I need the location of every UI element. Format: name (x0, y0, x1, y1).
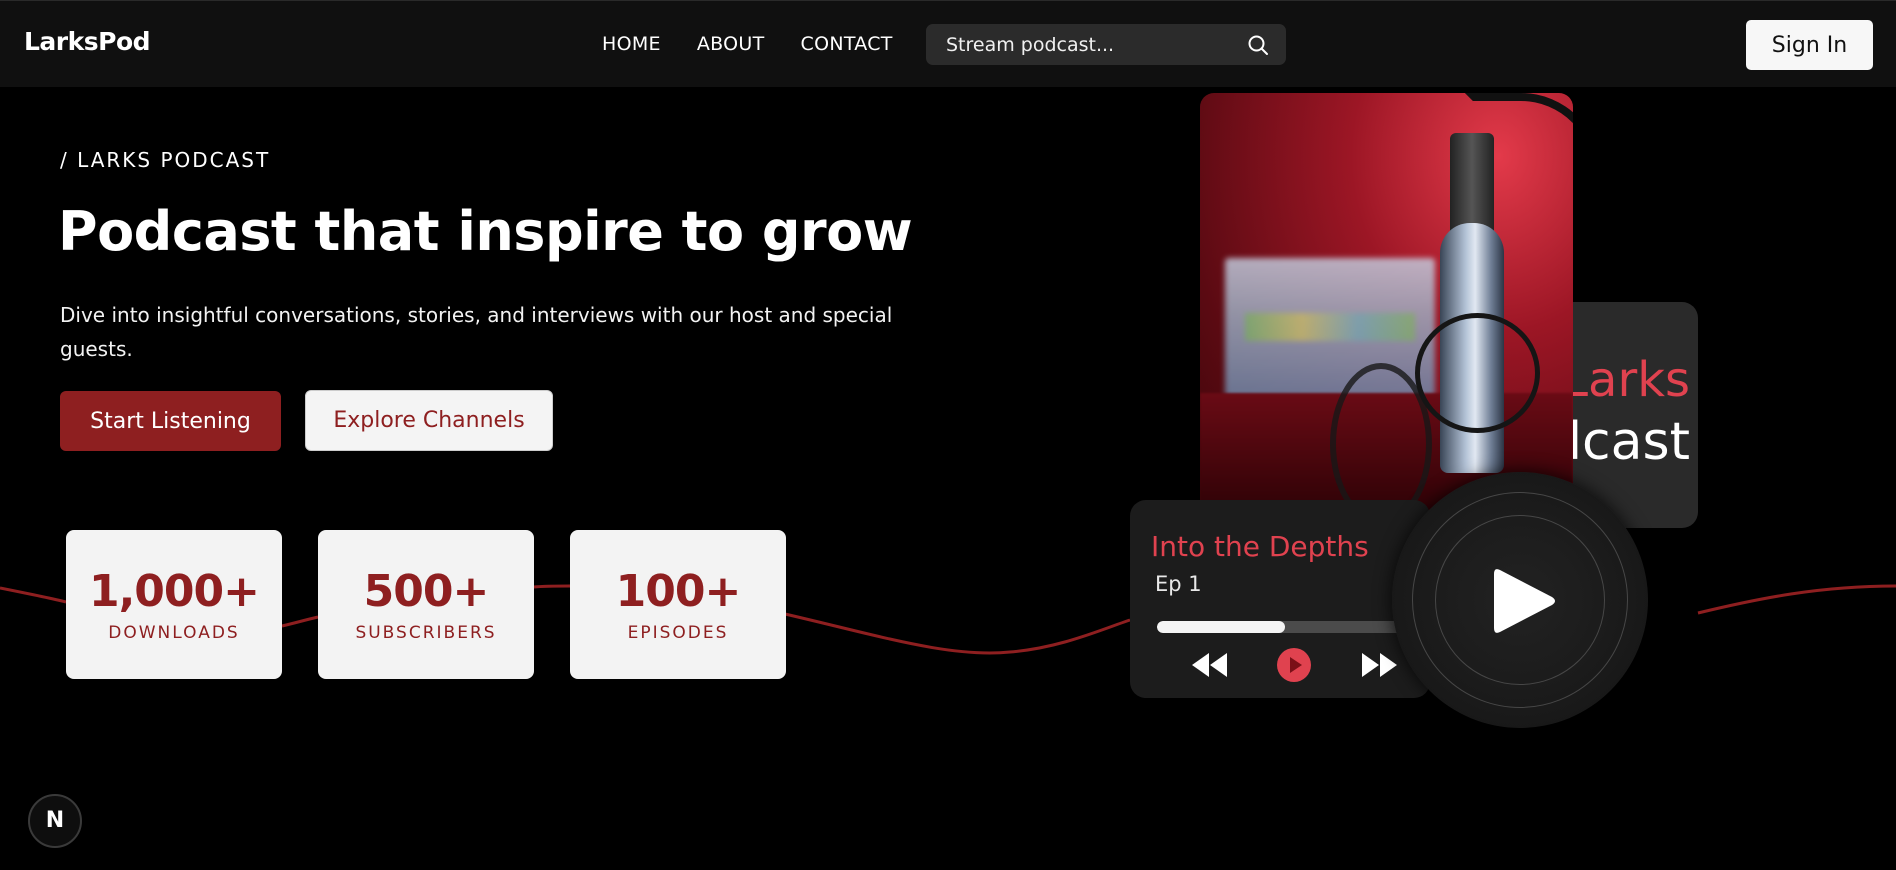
progress-bar[interactable] (1157, 621, 1413, 633)
stat-label: SUBSCRIBERS (355, 623, 497, 643)
play-icon[interactable] (1490, 564, 1560, 638)
stat-value: 500+ (363, 566, 490, 617)
stat-label: DOWNLOADS (108, 623, 240, 643)
stat-card-subscribers: 500+ SUBSCRIBERS (318, 530, 534, 679)
explore-channels-button[interactable]: Explore Channels (305, 390, 553, 451)
hero-subtext: Dive into insightful conversations, stor… (60, 303, 893, 361)
episode-title: Into the Depths (1151, 530, 1369, 563)
play-small-icon[interactable] (1276, 647, 1312, 683)
hero-eyebrow: / LARKS PODCAST (60, 148, 271, 172)
brand-card-line1: Larks (1561, 352, 1690, 408)
mini-player-card: Into the Depths Ep 1 (1130, 500, 1430, 698)
nextjs-badge-icon[interactable]: N (28, 794, 82, 848)
stat-value: 1,000+ (88, 566, 260, 617)
play-disc[interactable] (1392, 472, 1648, 728)
progress-fill (1157, 621, 1285, 633)
start-listening-button[interactable]: Start Listening (60, 391, 281, 451)
stat-card-downloads: 1,000+ DOWNLOADS (66, 530, 282, 679)
episode-number: Ep 1 (1155, 572, 1202, 596)
hero-headline: Podcast that inspire to grow (58, 200, 913, 263)
rewind-icon[interactable] (1190, 650, 1230, 680)
shock-mount-shape (1415, 313, 1540, 433)
studio-microphone-photo (1200, 93, 1573, 513)
fast-forward-icon[interactable] (1359, 650, 1399, 680)
stat-value: 100+ (615, 566, 742, 617)
stat-card-episodes: 100+ EPISODES (570, 530, 786, 679)
stat-label: EPISODES (627, 623, 729, 643)
